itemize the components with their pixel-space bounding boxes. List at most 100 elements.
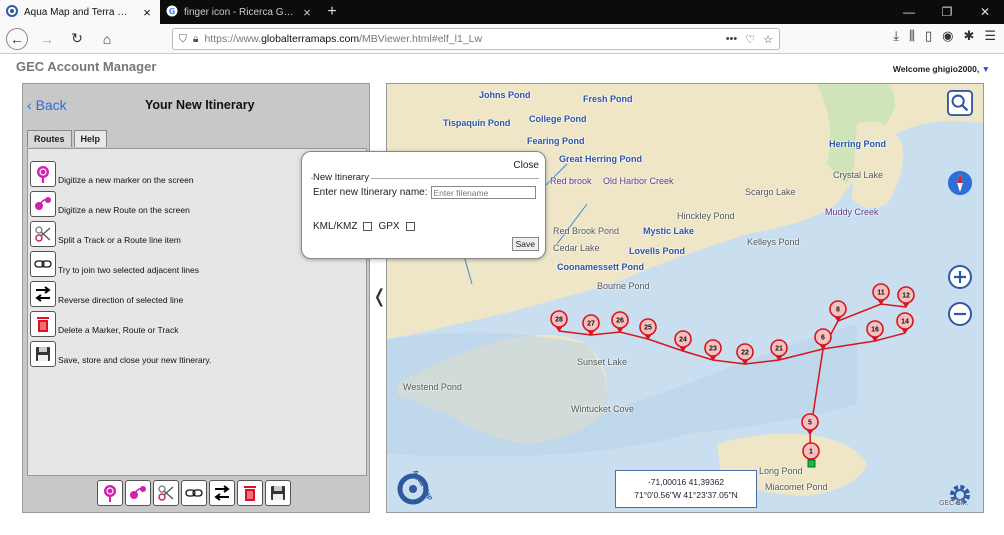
new-tab-button[interactable]: + <box>320 0 344 24</box>
route-lines <box>558 303 907 464</box>
place-label: Johns Pond <box>479 90 531 100</box>
route-line[interactable] <box>822 332 906 350</box>
minimize-icon[interactable]: — <box>890 0 928 24</box>
reverse-button[interactable] <box>209 480 235 506</box>
browser-tab-google[interactable]: G finger icon - Ricerca Google × <box>160 0 320 24</box>
new-marker-button[interactable] <box>97 480 123 506</box>
menu-hamburger-icon[interactable]: ☰ <box>984 28 996 44</box>
lock-icon[interactable]: 🔒︎ <box>193 33 199 46</box>
chevron-down-icon[interactable]: ▼ <box>982 64 990 74</box>
reload-icon[interactable]: ↻ <box>66 28 88 50</box>
new-route-button[interactable] <box>125 480 151 506</box>
library-icon[interactable]: ⫼ <box>909 28 915 44</box>
back-button[interactable]: ‹ Back <box>27 97 67 113</box>
pocket-icon[interactable]: ♡ <box>745 33 755 46</box>
route-marker-label: 6 <box>821 335 825 342</box>
close-dialog-button[interactable]: Close <box>513 160 539 171</box>
route-marker[interactable]: 12 <box>897 286 915 308</box>
place-label: Wintucket Cove <box>571 404 635 414</box>
welcome-user-menu[interactable]: Welcome ghigio2000, ▼ <box>893 64 990 74</box>
svg-text:G: G <box>169 7 176 16</box>
route-line[interactable] <box>558 303 907 365</box>
close-tab-icon[interactable]: × <box>300 5 314 20</box>
place-label: Scargo Lake <box>745 187 796 197</box>
zoom-out-button[interactable] <box>947 301 973 327</box>
tab-help[interactable]: Help <box>73 130 108 147</box>
page-actions-icon[interactable]: ••• <box>726 33 738 46</box>
compass-button[interactable] <box>947 170 973 196</box>
panel-tabs: Routes Help <box>27 130 108 147</box>
trash-icon <box>244 486 256 501</box>
route-marker[interactable]: 6 <box>814 328 832 350</box>
place-label: Old Harbor Creek <box>603 176 674 186</box>
save-button[interactable] <box>265 480 291 506</box>
help-item: Reverse direction of selected line <box>30 281 183 307</box>
aquamap-logo: Aqua Map <box>397 469 437 510</box>
window-controls: — ❐ ✕ <box>890 0 1004 24</box>
place-label: Fresh Pond <box>583 94 633 104</box>
close-tab-icon[interactable]: × <box>140 5 154 20</box>
account-icon[interactable]: ◉ <box>942 28 953 44</box>
route-marker[interactable]: 11 <box>872 283 890 305</box>
extensions-icon[interactable]: ✱ <box>963 28 974 44</box>
help-item: Try to join two selected adjacent lines <box>30 251 199 277</box>
forward-arrow-icon[interactable]: → <box>36 28 58 50</box>
kml-label: KML/KMZ <box>313 221 358 232</box>
place-label: Herring Pond <box>829 139 887 149</box>
route-marker-label: 28 <box>555 317 563 324</box>
dialog-save-button[interactable]: Save <box>511 237 539 251</box>
map-view[interactable]: 28 27 26 25 24 23 22 21 6 8 11 12 16 14 5 1 Johns Pond … <box>386 83 984 513</box>
restore-icon[interactable]: ❐ <box>928 0 966 24</box>
browser-tab-aquamap[interactable]: Aqua Map and Terra Map Viewer × <box>0 0 160 24</box>
route-marker-label: 27 <box>587 321 595 328</box>
route-marker[interactable]: 28 <box>550 310 568 332</box>
gpx-checkbox[interactable] <box>405 222 415 231</box>
panel-header: ‹ Back Your New Itinerary <box>23 84 369 126</box>
route-layer: 28 27 26 25 24 23 22 21 6 8 11 12 16 14 5 1 <box>550 283 915 468</box>
route-marker[interactable]: 5 <box>801 413 819 435</box>
route-markers: 28 27 26 25 24 23 22 21 6 8 11 12 16 14 5 1 <box>550 283 915 468</box>
tab-routes[interactable]: Routes <box>27 130 72 147</box>
coord-dms: 71°0'0.56"W 41°23'37.05"N <box>634 490 738 500</box>
toolbar-right: ⤓ ⫼ ▯ ◉ ✱ ☰ <box>893 28 996 44</box>
kml-checkbox[interactable] <box>363 222 373 231</box>
place-label: Great Herring Pond <box>559 154 643 164</box>
help-item: Split a Track or a Route line item <box>30 221 181 247</box>
route-marker[interactable]: 14 <box>896 312 914 334</box>
itinerary-panel: ‹ Back Your New Itinerary Routes Help Di… <box>22 83 370 513</box>
browser-tab-bar: Aqua Map and Terra Map Viewer × G finger… <box>0 0 1004 24</box>
help-item: Digitize a new marker on the screen <box>30 161 194 187</box>
home-icon[interactable]: ⌂ <box>96 28 118 50</box>
start-point-marker[interactable] <box>807 459 816 468</box>
link-icon <box>30 251 56 277</box>
back-arrow-icon[interactable]: ← <box>6 27 28 50</box>
route-marker[interactable]: 27 <box>582 314 600 336</box>
route-marker-label: 8 <box>836 307 840 314</box>
zoom-in-button[interactable] <box>947 264 973 290</box>
place-label: Hinckley Pond <box>677 211 735 221</box>
panel-title: Your New Itinerary <box>145 98 255 112</box>
shield-icon[interactable]: ⛉ <box>179 33 187 46</box>
bookmark-star-icon[interactable]: ☆ <box>763 33 773 46</box>
route-marker[interactable]: 22 <box>736 343 754 365</box>
minus-icon <box>948 302 972 326</box>
delete-button[interactable] <box>237 480 263 506</box>
itinerary-name-input[interactable] <box>430 186 536 199</box>
close-window-icon[interactable]: ✕ <box>966 0 1004 24</box>
route-marker-label: 1 <box>809 449 813 456</box>
place-label: Long Pond <box>759 466 803 476</box>
url-bar[interactable]: ⛉ 🔒︎ https://www.globalterramaps.com/MBV… <box>172 28 780 50</box>
downloads-icon[interactable]: ⤓ <box>893 28 899 44</box>
scissors-icon <box>158 485 174 501</box>
route-marker[interactable]: 26 <box>611 311 629 333</box>
collapse-panel-button[interactable]: ❬ <box>372 286 387 307</box>
gpx-label: GPX <box>378 221 400 232</box>
sidebar-icon[interactable]: ▯ <box>925 28 932 44</box>
reverse-arrows-icon <box>30 281 56 307</box>
join-button[interactable] <box>181 480 207 506</box>
search-icon <box>947 90 973 116</box>
browser-nav-bar: ← → ↻ ⌂ ⛉ 🔒︎ https://www.globalterramaps… <box>0 24 1004 54</box>
map-search-button[interactable] <box>947 90 973 116</box>
place-label: College Pond <box>529 114 587 124</box>
split-button[interactable] <box>153 480 179 506</box>
